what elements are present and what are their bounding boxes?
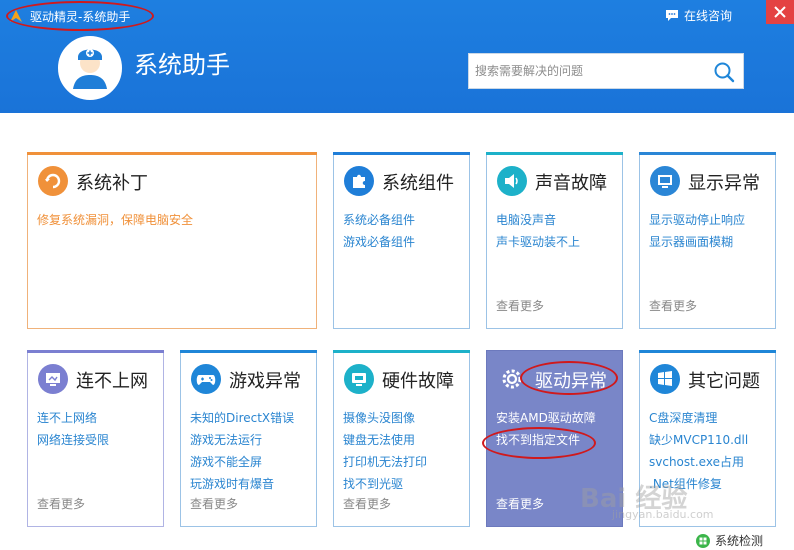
card-title: 连不上网 xyxy=(76,371,148,392)
card-link[interactable]: 显示器画面模糊 xyxy=(649,231,745,253)
app-logo-icon xyxy=(10,10,22,22)
card-link[interactable]: 系统必备组件 xyxy=(343,209,415,231)
view-more-link[interactable]: 查看更多 xyxy=(496,495,544,512)
view-more-link[interactable]: 查看更多 xyxy=(496,297,544,314)
card-link[interactable]: 游戏必备组件 xyxy=(343,231,415,253)
card-link[interactable]: 连不上网络 xyxy=(37,407,109,429)
card-title: 游戏异常 xyxy=(229,371,301,392)
search-box xyxy=(468,53,744,89)
card-sound-fault[interactable]: 声音故障 电脑没声音 声卡驱动装不上 查看更多 xyxy=(486,152,623,329)
card-link[interactable]: 修复系统漏洞，保障电脑安全 xyxy=(37,209,193,231)
card-title: 系统补丁 xyxy=(76,173,148,194)
card-link[interactable]: 玩游戏时有爆音 xyxy=(190,473,294,495)
card-link[interactable]: C盘深度清理 xyxy=(649,407,748,429)
speaker-icon xyxy=(497,166,527,196)
card-title: 声音故障 xyxy=(535,173,607,194)
view-more-link[interactable]: 查看更多 xyxy=(37,495,85,512)
system-check-label: 系统检测 xyxy=(715,534,764,548)
card-display-error[interactable]: 显示异常 显示驱动停止响应 显示器画面模糊 查看更多 xyxy=(639,152,776,329)
system-check-icon xyxy=(696,533,710,548)
card-link[interactable]: 声卡驱动装不上 xyxy=(496,231,580,253)
search-icon[interactable] xyxy=(713,61,735,83)
hardware-icon xyxy=(344,364,374,394)
driver-gear-icon xyxy=(497,364,527,394)
card-link[interactable]: 电脑没声音 xyxy=(496,209,580,231)
doctor-avatar-icon xyxy=(58,36,122,100)
network-icon xyxy=(38,364,68,394)
card-link[interactable]: 找不到指定文件 xyxy=(496,429,596,451)
card-link[interactable]: svchost.exe占用 xyxy=(649,451,748,473)
card-link[interactable]: 找不到光驱 xyxy=(343,473,427,495)
title-bar: 驱动精灵-系统助手 在线咨询 xyxy=(0,0,794,30)
card-link[interactable]: 游戏不能全屏 xyxy=(190,451,294,473)
system-check-button[interactable]: 系统检测 xyxy=(696,532,763,549)
patch-icon xyxy=(38,166,68,196)
watermark-url: jingyan.baidu.com xyxy=(612,508,714,521)
gamepad-icon xyxy=(191,364,221,394)
close-icon[interactable] xyxy=(766,0,794,24)
card-title: 显示异常 xyxy=(688,173,760,194)
card-link[interactable]: 安装AMD驱动故障 xyxy=(496,407,596,429)
card-link[interactable]: 未知的DirectX错误 xyxy=(190,407,294,429)
card-hardware-fault[interactable]: 硬件故障 摄像头没图像 键盘无法使用 打印机无法打印 找不到光驱 查看更多 xyxy=(333,350,470,527)
card-game-error[interactable]: 游戏异常 未知的DirectX错误 游戏无法运行 游戏不能全屏 玩游戏时有爆音 … xyxy=(180,350,317,527)
card-link[interactable]: 打印机无法打印 xyxy=(343,451,427,473)
puzzle-icon xyxy=(344,166,374,196)
card-link[interactable]: 网络连接受限 xyxy=(37,429,109,451)
card-link[interactable]: 键盘无法使用 xyxy=(343,429,427,451)
online-consult-button[interactable]: 在线咨询 xyxy=(665,7,732,24)
card-title: 驱动异常 xyxy=(535,371,607,392)
card-title: 硬件故障 xyxy=(382,371,454,392)
page-title: 系统助手 xyxy=(134,51,230,79)
card-link[interactable]: 摄像头没图像 xyxy=(343,407,427,429)
header: 驱动精灵-系统助手 在线咨询 系统助手 xyxy=(0,0,794,113)
search-input[interactable] xyxy=(475,54,705,88)
chat-icon xyxy=(666,10,678,21)
windows-icon xyxy=(650,364,680,394)
card-title: 系统组件 xyxy=(382,173,454,194)
card-link[interactable]: 缺少MVCP110.dll xyxy=(649,429,748,451)
card-link[interactable]: 显示驱动停止响应 xyxy=(649,209,745,231)
view-more-link[interactable]: 查看更多 xyxy=(649,297,697,314)
card-system-patch[interactable]: 系统补丁 修复系统漏洞，保障电脑安全 xyxy=(27,152,317,329)
monitor-icon xyxy=(650,166,680,196)
view-more-link[interactable]: 查看更多 xyxy=(190,495,238,512)
online-consult-label: 在线咨询 xyxy=(684,9,733,23)
card-system-components[interactable]: 系统组件 系统必备组件 游戏必备组件 xyxy=(333,152,470,329)
window-title: 驱动精灵-系统助手 xyxy=(30,10,131,24)
view-more-link[interactable]: 查看更多 xyxy=(343,495,391,512)
card-link[interactable]: 游戏无法运行 xyxy=(190,429,294,451)
card-no-network[interactable]: 连不上网 连不上网络 网络连接受限 查看更多 xyxy=(27,350,164,527)
card-title: 其它问题 xyxy=(688,371,760,392)
